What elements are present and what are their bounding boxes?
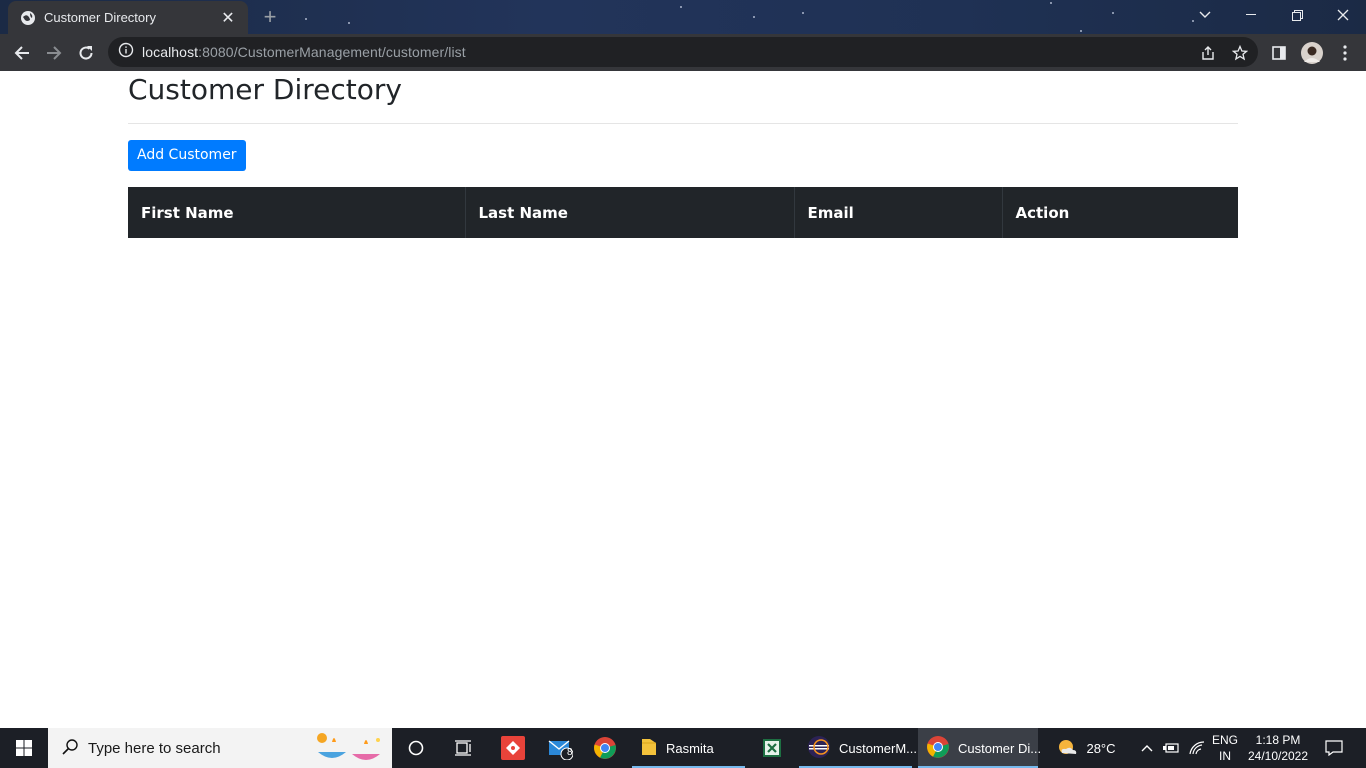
- language-code: ENG: [1211, 733, 1238, 747]
- clock[interactable]: 1:18 PM 24/10/2022: [1244, 728, 1312, 768]
- chrome-icon: [926, 735, 950, 762]
- clock-time: 1:18 PM: [1255, 733, 1301, 747]
- site-info-icon[interactable]: [118, 42, 134, 63]
- column-header-email: Email: [794, 187, 1003, 238]
- mail-icon[interactable]: 8: [540, 728, 580, 768]
- taskbar-search-box[interactable]: Type here to search: [48, 728, 392, 768]
- browser-tab[interactable]: Customer Directory ✕: [8, 1, 248, 34]
- mail-badge-count: 8: [567, 747, 573, 758]
- url-host: localhost: [142, 44, 199, 60]
- back-arrow-icon[interactable]: [7, 38, 37, 68]
- search-icon: [62, 738, 78, 758]
- weather-temperature: 28°C: [1086, 740, 1116, 756]
- restore-icon[interactable]: [1274, 0, 1320, 30]
- notification-center-icon[interactable]: [1314, 728, 1354, 768]
- forward-arrow-icon[interactable]: [39, 38, 69, 68]
- show-hidden-icons-chevron-icon[interactable]: [1136, 728, 1158, 768]
- tab-search-chevron-icon[interactable]: [1182, 0, 1228, 30]
- add-customer-button[interactable]: Add Customer: [128, 140, 246, 171]
- profile-avatar[interactable]: [1297, 38, 1327, 68]
- table-header-row: First Name Last Name Email Action: [128, 187, 1238, 238]
- divider: [128, 123, 1238, 124]
- partly-sunny-icon: [1056, 737, 1078, 760]
- taskbar: Type here to search 8 Rasmita CustomerM.…: [0, 728, 1366, 768]
- side-panel-icon[interactable]: [1264, 38, 1294, 68]
- task-view-icon[interactable]: [443, 728, 483, 768]
- reload-icon[interactable]: [71, 38, 101, 68]
- share-icon[interactable]: [1198, 43, 1218, 63]
- weather-widget[interactable]: 28°C: [1050, 728, 1122, 768]
- excel-icon[interactable]: [752, 728, 792, 768]
- more-menu-icon[interactable]: [1330, 38, 1360, 68]
- wifi-icon[interactable]: [1186, 728, 1208, 768]
- region-code: IN: [1219, 749, 1231, 763]
- clock-date: 24/10/2022: [1247, 749, 1309, 763]
- browser-tabstrip: Customer Directory ✕ +: [0, 0, 1366, 34]
- taskbar-app-chrome[interactable]: Customer Di...: [918, 728, 1042, 768]
- input-language-indicator[interactable]: ENG IN: [1208, 728, 1242, 768]
- taskbar-app-explorer[interactable]: Rasmita: [632, 728, 745, 768]
- new-tab-icon[interactable]: +: [258, 4, 282, 29]
- page-title: Customer Directory: [128, 73, 402, 106]
- app-label-explorer: Rasmita: [666, 740, 714, 756]
- eclipse-icon: [807, 735, 831, 762]
- content-container: Customer Directory Add Customer First Na…: [128, 71, 1238, 238]
- address-bar[interactable]: localhost:8080/CustomerManagement/custom…: [108, 37, 1258, 67]
- page-viewport: Customer Directory Add Customer First Na…: [0, 71, 1366, 728]
- column-header-first-name: First Name: [128, 187, 466, 238]
- globe-icon: [20, 10, 36, 26]
- search-placeholder: Type here to search: [88, 739, 221, 757]
- url-path: :8080/CustomerManagement/customer/list: [198, 44, 466, 60]
- tab-title: Customer Directory: [44, 10, 156, 25]
- app-label-chrome: Customer Di...: [958, 740, 1042, 756]
- bookmark-star-icon[interactable]: [1230, 43, 1250, 63]
- close-tab-icon[interactable]: ✕: [218, 8, 238, 28]
- git-app-icon[interactable]: [493, 728, 533, 768]
- browser-toolbar: localhost:8080/CustomerManagement/custom…: [0, 34, 1366, 71]
- minimize-icon[interactable]: [1228, 0, 1274, 30]
- close-window-icon[interactable]: [1320, 0, 1366, 30]
- cortana-icon[interactable]: [396, 728, 436, 768]
- diwali-lamps-icon: [312, 730, 388, 768]
- url-text: localhost:8080/CustomerManagement/custom…: [142, 44, 466, 60]
- customer-table: First Name Last Name Email Action: [128, 187, 1238, 238]
- column-header-action: Action: [1002, 187, 1238, 238]
- chrome-icon[interactable]: [585, 728, 625, 768]
- windows-start-icon[interactable]: [0, 728, 48, 768]
- taskbar-app-eclipse[interactable]: CustomerM...: [799, 728, 917, 768]
- column-header-last-name: Last Name: [465, 187, 795, 238]
- folder-icon: [640, 737, 658, 760]
- app-label-eclipse: CustomerM...: [839, 740, 918, 756]
- battery-icon[interactable]: [1160, 728, 1182, 768]
